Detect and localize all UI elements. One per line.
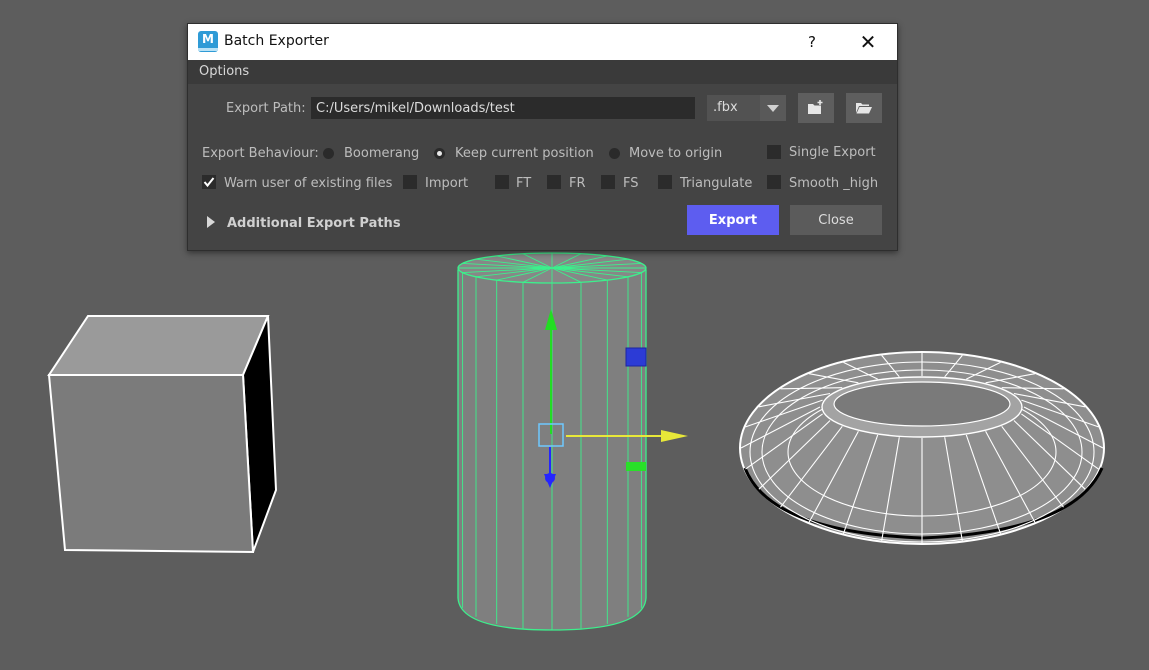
checkbox-triangulate-label[interactable]: Triangulate: [680, 176, 752, 191]
checkbox-single-export-label[interactable]: Single Export: [789, 145, 876, 160]
close-button[interactable]: Close: [790, 205, 882, 235]
export-button[interactable]: Export: [687, 205, 779, 235]
checkbox-fs[interactable]: [601, 175, 615, 189]
radio-boomerang[interactable]: [323, 148, 334, 159]
export-path-input[interactable]: [311, 97, 695, 119]
radio-move-to-origin-label[interactable]: Move to origin: [629, 146, 722, 161]
cylinder-object[interactable]: [457, 252, 647, 631]
export-path-label: Export Path:: [226, 101, 306, 116]
chevron-down-icon[interactable]: [760, 95, 786, 121]
checkbox-single-export[interactable]: [767, 145, 781, 159]
checkbox-fs-label[interactable]: FS: [623, 176, 639, 191]
format-value: .fbx: [713, 100, 738, 115]
checkbox-smooth-high[interactable]: [767, 175, 781, 189]
checkbox-import-label[interactable]: Import: [425, 176, 468, 191]
radio-keep-current-position-label[interactable]: Keep current position: [455, 146, 594, 161]
radio-move-to-origin[interactable]: [609, 148, 620, 159]
maya-icon: M: [198, 31, 218, 52]
checkbox-warn-existing-label[interactable]: Warn user of existing files: [224, 176, 392, 191]
plane-handle-icon: [626, 462, 646, 471]
open-folder-icon: [856, 103, 872, 114]
radio-boomerang-label[interactable]: Boomerang: [344, 146, 419, 161]
menu-options[interactable]: Options: [199, 64, 249, 79]
cube-object[interactable]: [47, 315, 278, 554]
batch-exporter-dialog: M Batch Exporter ? ✕ Options Export Path…: [187, 23, 898, 251]
new-folder-icon: [808, 100, 823, 114]
checkbox-ft-label[interactable]: FT: [516, 176, 531, 191]
checkbox-smooth-high-label[interactable]: Smooth _high: [789, 176, 878, 191]
close-window-button[interactable]: ✕: [854, 29, 882, 55]
checkbox-fr-label[interactable]: FR: [569, 176, 586, 191]
torus-object[interactable]: [739, 351, 1105, 545]
menu-bar: Options: [188, 60, 897, 84]
title-bar[interactable]: M Batch Exporter ? ✕: [188, 24, 897, 60]
additional-export-paths-toggle[interactable]: Additional Export Paths: [227, 216, 401, 231]
checkbox-warn-existing[interactable]: [202, 175, 216, 189]
browse-folder-button[interactable]: [846, 93, 882, 123]
checkbox-import[interactable]: [403, 175, 417, 189]
format-dropdown[interactable]: .fbx: [707, 95, 786, 121]
x-axis-arrow-icon: [661, 430, 688, 442]
checkbox-ft[interactable]: [495, 175, 509, 189]
new-folder-button[interactable]: [798, 93, 834, 123]
checkmark-icon: [203, 177, 215, 188]
plane-handle-icon: [625, 347, 647, 367]
help-button[interactable]: ?: [800, 30, 824, 54]
checkbox-triangulate[interactable]: [658, 175, 672, 189]
radio-keep-current-position[interactable]: [434, 148, 445, 159]
dialog-title: Batch Exporter: [224, 33, 329, 49]
export-behaviour-label: Export Behaviour:: [202, 146, 319, 161]
checkbox-fr[interactable]: [547, 175, 561, 189]
expand-arrow-icon[interactable]: [207, 216, 215, 228]
